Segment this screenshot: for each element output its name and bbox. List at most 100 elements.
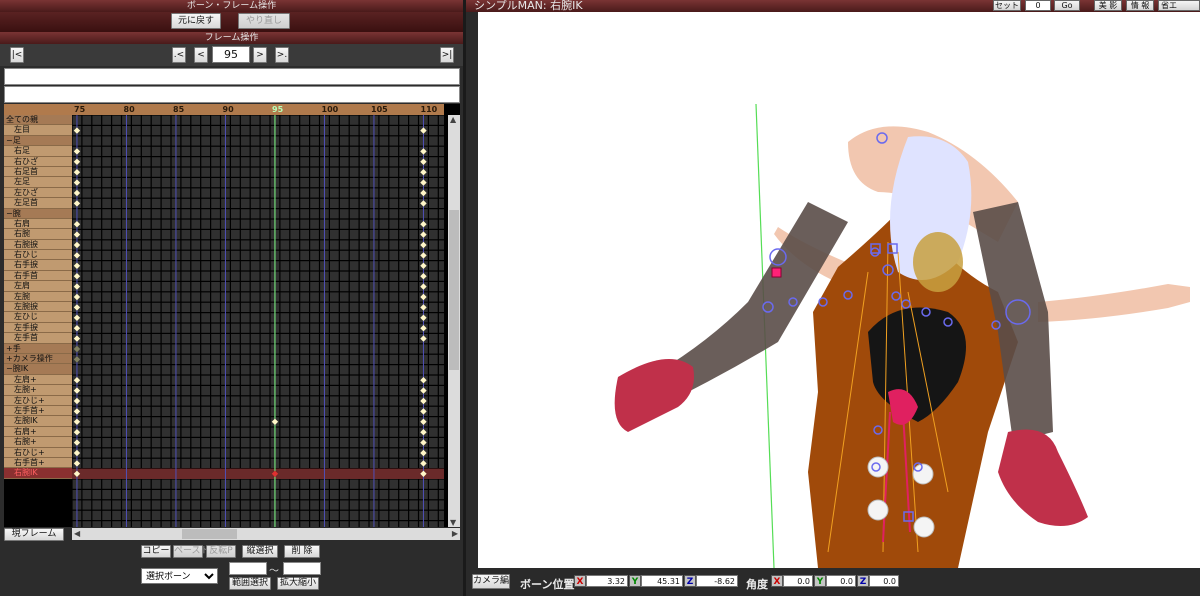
grid-cell[interactable] — [330, 282, 339, 292]
grid-cell[interactable] — [349, 510, 359, 520]
grid-cell[interactable] — [438, 334, 444, 344]
grid-cell[interactable] — [438, 302, 444, 312]
grid-cell[interactable] — [429, 323, 438, 333]
grid-cell[interactable] — [399, 479, 408, 489]
grid-cell[interactable] — [141, 115, 151, 125]
grid-cell[interactable] — [389, 250, 399, 260]
grid-cell[interactable] — [250, 219, 260, 229]
grid-cell[interactable] — [181, 375, 191, 385]
grid-cell[interactable] — [280, 427, 290, 437]
grid-cell[interactable] — [191, 240, 201, 250]
grid-cell[interactable] — [250, 126, 260, 136]
grid-cell[interactable] — [429, 198, 438, 208]
grid-cell[interactable] — [300, 209, 309, 219]
grid-cell[interactable] — [211, 198, 220, 208]
grid-cell[interactable] — [359, 365, 369, 375]
grid-cell[interactable] — [141, 427, 151, 437]
grid-cell[interactable] — [92, 250, 102, 260]
grid-cell[interactable] — [240, 438, 250, 448]
grid-cell[interactable] — [409, 178, 418, 188]
grid-cell[interactable] — [92, 323, 102, 333]
grid-cell[interactable] — [260, 219, 270, 229]
grid-cell[interactable] — [102, 178, 111, 188]
grid-cell[interactable] — [399, 282, 408, 292]
grid-cell[interactable] — [231, 167, 240, 177]
grid-cell[interactable] — [201, 230, 210, 240]
grid-cell[interactable] — [211, 313, 220, 323]
grid-cell[interactable] — [379, 209, 389, 219]
grid-cell[interactable] — [82, 438, 92, 448]
power-save-button[interactable]: 省エ — [1158, 0, 1200, 11]
bone-row[interactable]: 左手首 — [4, 333, 72, 344]
grid-cell[interactable] — [389, 167, 399, 177]
grid-cell[interactable] — [438, 209, 444, 219]
grid-cell[interactable] — [399, 417, 408, 427]
grid-cell[interactable] — [250, 438, 260, 448]
grid-cell[interactable] — [201, 115, 210, 125]
grid-cell[interactable] — [181, 417, 191, 427]
grid-cell[interactable] — [191, 198, 201, 208]
grid-cell[interactable] — [191, 178, 201, 188]
grid-cell[interactable] — [141, 219, 151, 229]
grid-cell[interactable] — [280, 219, 290, 229]
grid-cell[interactable] — [191, 219, 201, 229]
grid-cell[interactable] — [161, 167, 171, 177]
grid-cell[interactable] — [151, 302, 161, 312]
grid-cell[interactable] — [201, 510, 210, 520]
grid-cell[interactable] — [349, 271, 359, 281]
grid-cell[interactable] — [161, 271, 171, 281]
grid-cell[interactable] — [339, 271, 349, 281]
grid-cell[interactable] — [191, 261, 201, 271]
camera-edit-button[interactable]: カメラ編 — [472, 574, 510, 589]
grid-cell[interactable] — [339, 146, 349, 156]
grid-cell[interactable] — [151, 396, 161, 406]
selected-ik-marker[interactable] — [771, 267, 782, 278]
grid-cell[interactable] — [240, 219, 250, 229]
bone-row[interactable]: 左腕 — [4, 291, 72, 303]
grid-cell[interactable] — [330, 198, 339, 208]
grid-cell[interactable] — [82, 386, 92, 396]
bone-row[interactable]: 右足首 — [4, 166, 72, 178]
grid-cell[interactable] — [429, 490, 438, 500]
grid-cell[interactable] — [429, 510, 438, 520]
grid-cell[interactable] — [438, 354, 444, 364]
grid-cell[interactable] — [389, 261, 399, 271]
grid-cell[interactable] — [290, 250, 300, 260]
grid-cell[interactable] — [438, 490, 444, 500]
grid-cell[interactable] — [92, 292, 102, 302]
grid-cell[interactable] — [429, 500, 438, 510]
grid-cell[interactable] — [102, 427, 111, 437]
grid-cell[interactable] — [310, 261, 319, 271]
grid-cell[interactable] — [82, 417, 92, 427]
grid-cell[interactable] — [132, 344, 141, 354]
grid-cell[interactable] — [260, 521, 270, 527]
bone-row[interactable]: 右腕IK — [4, 468, 72, 479]
grid-cell[interactable] — [112, 282, 121, 292]
grid-cell[interactable] — [389, 219, 399, 229]
grid-cell[interactable] — [151, 115, 161, 125]
grid-cell[interactable] — [429, 157, 438, 167]
grid-cell[interactable] — [349, 386, 359, 396]
grid-cell[interactable] — [359, 438, 369, 448]
grid-cell[interactable] — [399, 406, 408, 416]
grid-cell[interactable] — [211, 230, 220, 240]
grid-cell[interactable] — [399, 136, 408, 146]
grid-cell[interactable] — [300, 313, 309, 323]
grid-cell[interactable] — [379, 375, 389, 385]
grid-cell[interactable] — [260, 417, 270, 427]
grid-cell[interactable] — [389, 354, 399, 364]
grid-cell[interactable] — [359, 230, 369, 240]
grid-cell[interactable] — [359, 396, 369, 406]
grid-cell[interactable] — [260, 271, 270, 281]
current-frame-button[interactable]: 現フレーム — [4, 528, 64, 541]
grid-cell[interactable] — [82, 167, 92, 177]
grid-cell[interactable] — [231, 427, 240, 437]
grid-cell[interactable] — [359, 458, 369, 468]
grid-cell[interactable] — [201, 417, 210, 427]
grid-cell[interactable] — [399, 157, 408, 167]
grid-cell[interactable] — [330, 178, 339, 188]
grid-cell[interactable] — [359, 417, 369, 427]
grid-cell[interactable] — [349, 323, 359, 333]
grid-cell[interactable] — [300, 438, 309, 448]
grid-cell[interactable] — [82, 188, 92, 198]
